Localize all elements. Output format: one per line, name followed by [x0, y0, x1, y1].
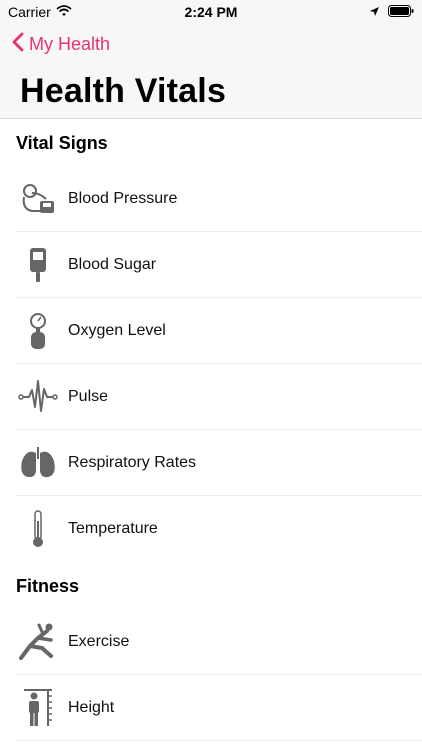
oxygen-tank-icon [18, 311, 58, 351]
height-icon [18, 688, 58, 728]
status-bar: Carrier 2:24 PM [0, 0, 422, 22]
blood-pressure-icon [18, 179, 58, 219]
list-item-label: Exercise [68, 633, 130, 650]
page-title: Health Vitals [20, 72, 227, 110]
list-item-label: Blood Pressure [68, 190, 178, 207]
list-item-label: Blood Sugar [68, 256, 157, 273]
section-header-vital-signs: Vital Signs [16, 133, 108, 153]
status-right [369, 4, 414, 22]
pulse-icon [18, 377, 58, 417]
chevron-left-icon [12, 32, 24, 57]
status-time: 2:24 PM [184, 4, 238, 20]
exercise-icon [18, 622, 58, 662]
back-button-label: My Health [29, 34, 111, 54]
glucose-meter-icon [18, 245, 58, 285]
vitals-list: Vital Signs Blood Pressure Blood Sugar O… [0, 119, 422, 741]
section-header-fitness: Fitness [16, 576, 80, 596]
location-arrow-icon [369, 4, 380, 22]
list-item-temperature[interactable]: Temperature [0, 496, 422, 562]
navigation-bar: My Health Health Vitals [0, 22, 422, 119]
list-item-label: Respiratory Rates [68, 454, 197, 471]
list-item-blood-sugar[interactable]: Blood Sugar [0, 232, 422, 298]
list-item-label: Temperature [68, 520, 158, 537]
lungs-icon [18, 443, 58, 483]
list-item-blood-pressure[interactable]: Blood Pressure [0, 166, 422, 232]
back-button[interactable]: My Health [12, 32, 110, 57]
row-divider [16, 740, 422, 741]
list-item-oxygen-level[interactable]: Oxygen Level [0, 298, 422, 364]
list-item-exercise[interactable]: Exercise [0, 609, 422, 675]
list-item-pulse[interactable]: Pulse [0, 364, 422, 430]
list-item-respiratory-rates[interactable]: Respiratory Rates [0, 430, 422, 496]
battery-icon [388, 4, 414, 22]
thermometer-icon [18, 509, 58, 549]
list-item-height[interactable]: Height [0, 675, 422, 741]
list-item-label: Pulse [68, 388, 109, 405]
list-item-label: Oxygen Level [68, 322, 166, 339]
list-item-label: Height [68, 699, 115, 716]
